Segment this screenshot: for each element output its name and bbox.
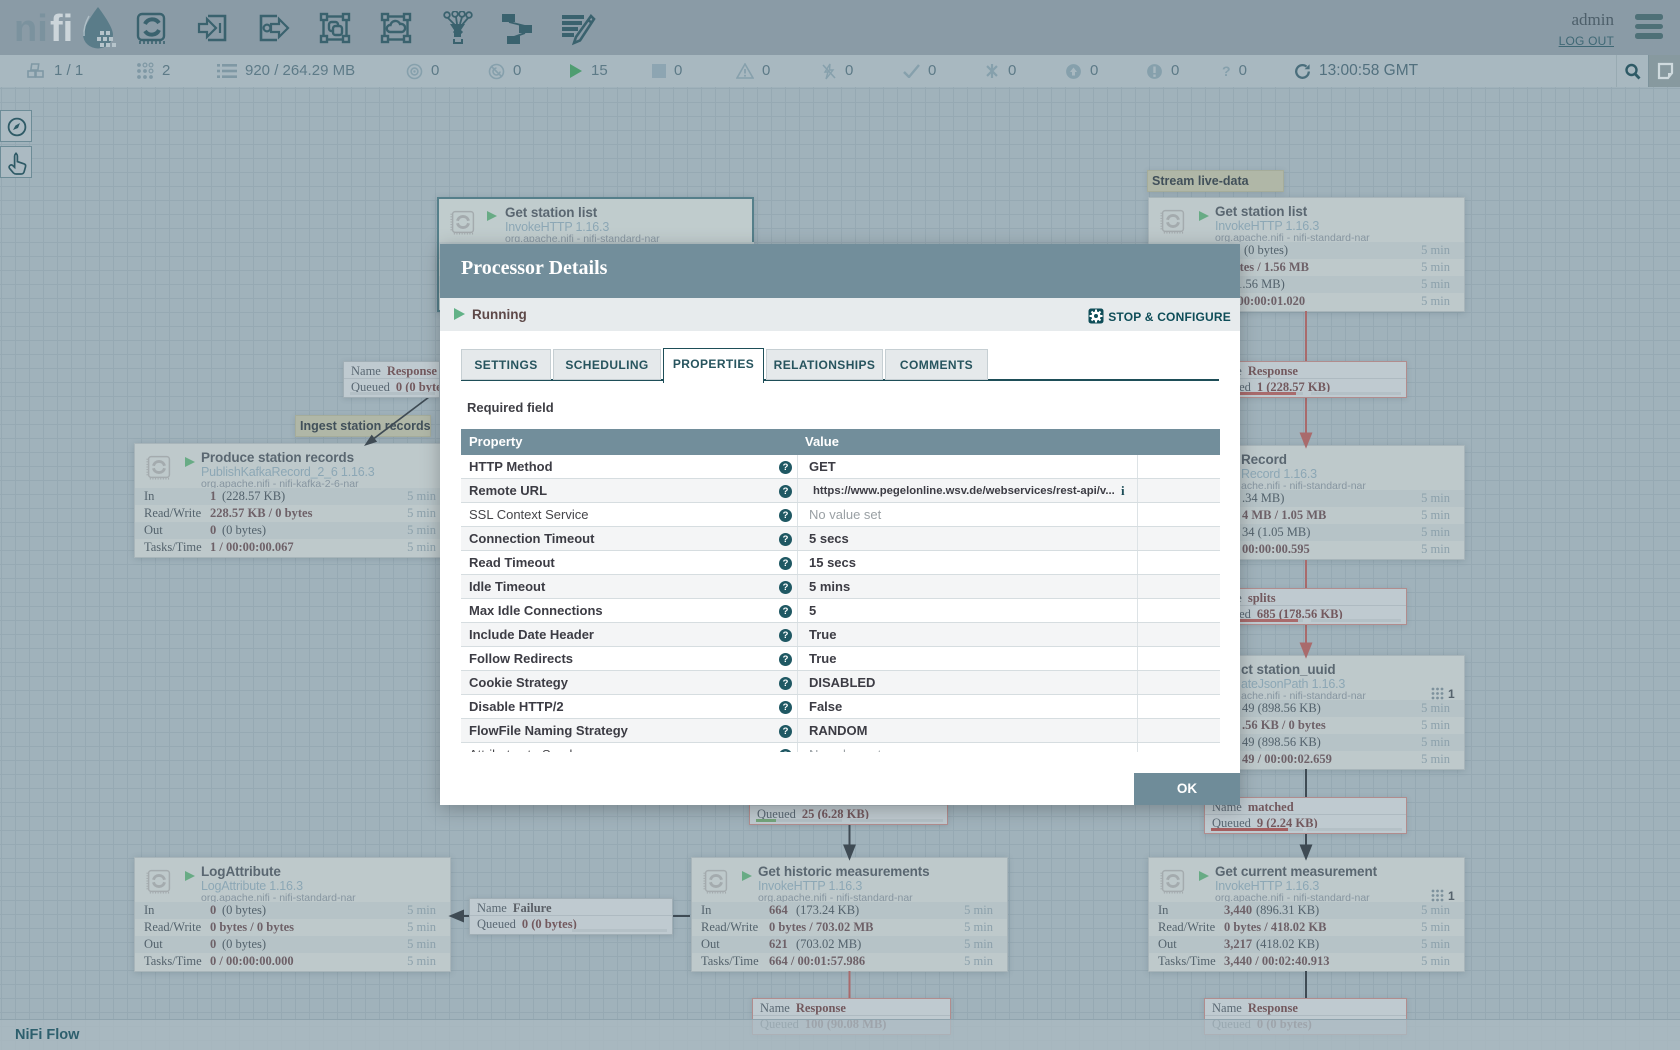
svg-text:ni: ni: [14, 8, 48, 50]
svg-text:fi: fi: [50, 8, 73, 50]
